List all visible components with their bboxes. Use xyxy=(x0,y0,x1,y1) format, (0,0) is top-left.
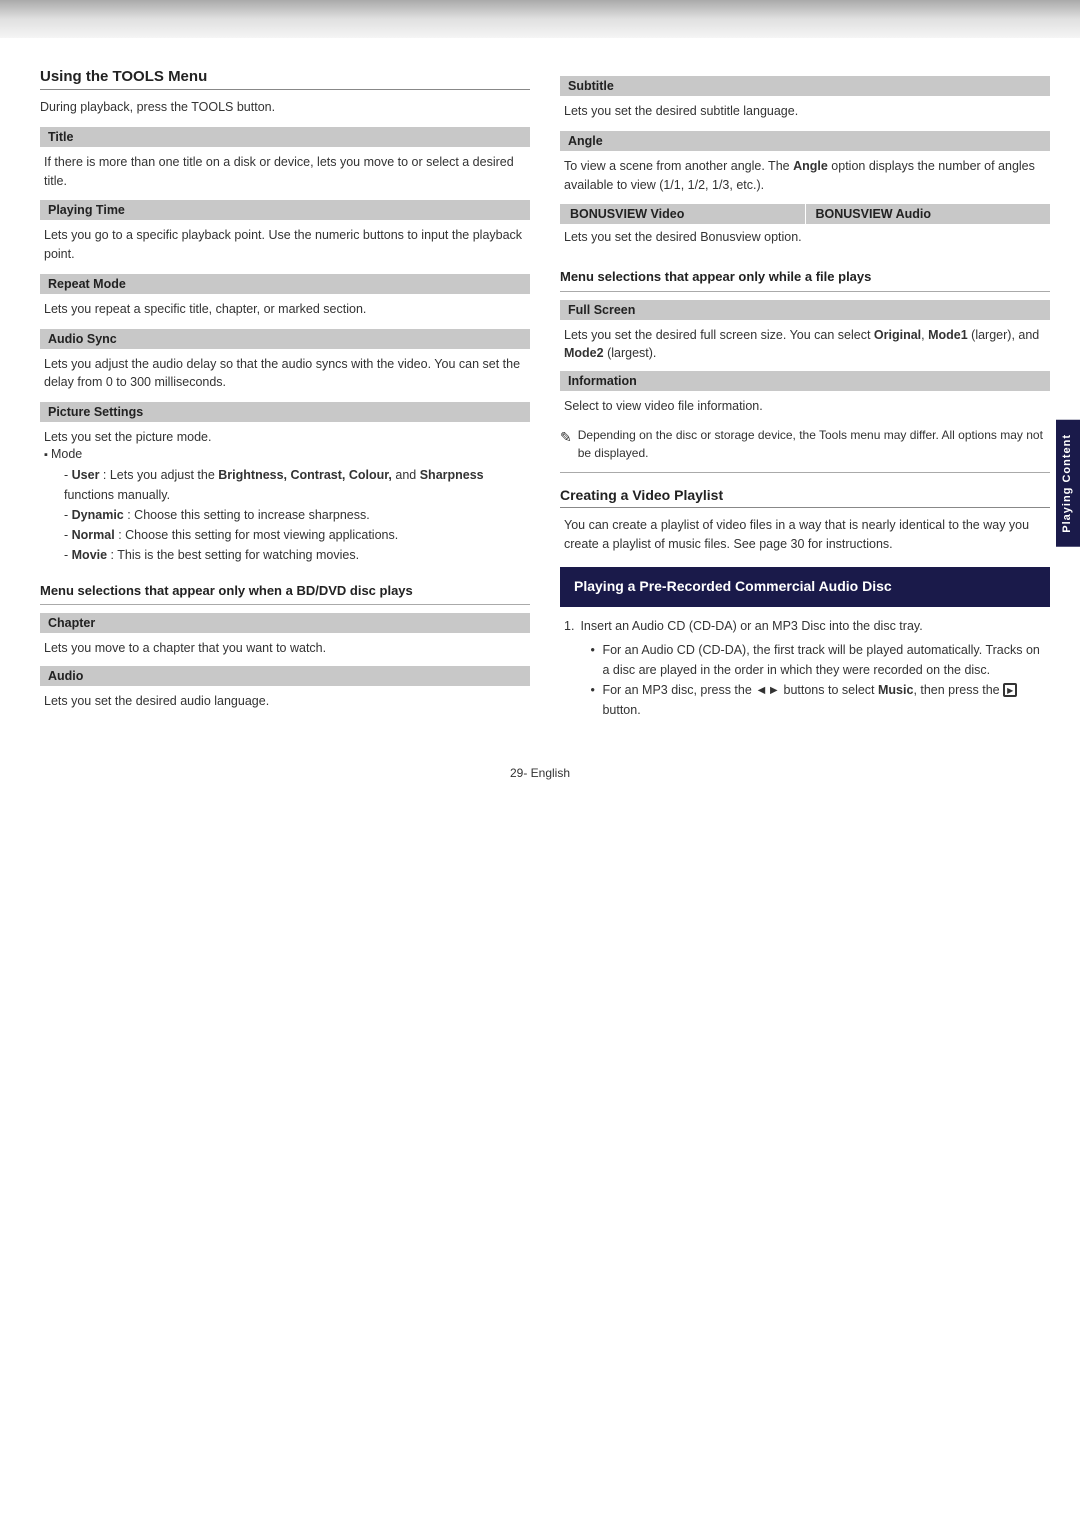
mode-user: User : Lets you adjust the Brightness, C… xyxy=(64,465,526,505)
picture-settings-bullets: Mode User : Lets you adjust the Brightne… xyxy=(40,447,530,565)
mode-sub-list: User : Lets you adjust the Brightness, C… xyxy=(44,465,526,565)
disc-icon xyxy=(1003,683,1017,697)
playing-time-block: Playing Time Lets you go to a specific p… xyxy=(40,200,530,264)
audio-sync-content: Lets you adjust the audio delay so that … xyxy=(40,355,530,393)
bullet-cdda: For an Audio CD (CD-DA), the first track… xyxy=(590,640,1050,680)
video-playlist-content: You can create a playlist of video files… xyxy=(560,516,1050,554)
step-1-content: Insert an Audio CD (CD-DA) or an MP3 Dis… xyxy=(580,617,1050,720)
chapter-label: Chapter xyxy=(40,613,530,633)
pre-recorded-box: Playing a Pre-Recorded Commercial Audio … xyxy=(560,567,1050,607)
bonusview-video-label: BONUSVIEW Video xyxy=(560,204,806,224)
title-content: If there is more than one title on a dis… xyxy=(40,153,530,191)
picture-settings-block: Picture Settings Lets you set the pictur… xyxy=(40,402,530,565)
pre-recorded-title: Playing a Pre-Recorded Commercial Audio … xyxy=(574,577,1036,597)
chapter-content: Lets you move to a chapter that you want… xyxy=(40,639,530,658)
angle-block: Angle To view a scene from another angle… xyxy=(560,131,1050,195)
repeat-mode-block: Repeat Mode Lets you repeat a specific t… xyxy=(40,274,530,319)
side-tab: Playing Content xyxy=(1056,420,1080,547)
section-title: Using the TOOLS Menu xyxy=(40,68,530,90)
menu-bddvd-block: Menu selections that appear only when a … xyxy=(40,581,530,711)
footer: 29- English xyxy=(0,746,1080,794)
left-column: Using the TOOLS Menu During playback, pr… xyxy=(40,68,530,726)
playing-time-label: Playing Time xyxy=(40,200,530,220)
step-1: 1. Insert an Audio CD (CD-DA) or an MP3 … xyxy=(564,617,1050,720)
top-bar xyxy=(0,0,1080,38)
repeat-mode-content: Lets you repeat a specific title, chapte… xyxy=(40,300,530,319)
step-1-text: Insert an Audio CD (CD-DA) or an MP3 Dis… xyxy=(580,619,922,633)
video-playlist-title: Creating a Video Playlist xyxy=(560,487,1050,508)
right-column: Subtitle Lets you set the desired subtit… xyxy=(560,68,1050,726)
note-icon: ✎ xyxy=(560,427,572,448)
subtitle-label: Subtitle xyxy=(560,76,1050,96)
information-label: Information xyxy=(560,371,1050,391)
information-content: Select to view video file information. xyxy=(560,397,1050,416)
playing-time-content: Lets you go to a specific playback point… xyxy=(40,226,530,264)
note-block: ✎ Depending on the disc or storage devic… xyxy=(560,426,1050,462)
menu-file-block: Menu selections that appear only while a… xyxy=(560,267,1050,416)
video-playlist-block: Creating a Video Playlist You can create… xyxy=(560,487,1050,554)
menu-file-heading: Menu selections that appear only while a… xyxy=(560,267,1050,292)
title-block: Title If there is more than one title on… xyxy=(40,127,530,191)
picture-settings-label: Picture Settings xyxy=(40,402,530,422)
bullet-mp3: For an MP3 disc, press the ◄► buttons to… xyxy=(590,680,1050,720)
audio-label: Audio xyxy=(40,666,530,686)
title-label: Title xyxy=(40,127,530,147)
fullscreen-content: Lets you set the desired full screen siz… xyxy=(560,326,1050,364)
angle-content: To view a scene from another angle. The … xyxy=(560,157,1050,195)
step-1-num: 1. xyxy=(564,617,574,720)
repeat-mode-label: Repeat Mode xyxy=(40,274,530,294)
fullscreen-label: Full Screen xyxy=(560,300,1050,320)
main-content: Using the TOOLS Menu During playback, pr… xyxy=(0,38,1080,726)
section-desc: During playback, press the TOOLS button. xyxy=(40,98,530,117)
page-num: 29 xyxy=(510,766,523,780)
audio-sync-label: Audio Sync xyxy=(40,329,530,349)
subtitle-block: Subtitle Lets you set the desired subtit… xyxy=(560,76,1050,121)
mode-normal: Normal : Choose this setting for most vi… xyxy=(64,525,526,545)
divider xyxy=(560,472,1050,473)
angle-label: Angle xyxy=(560,131,1050,151)
audio-sync-block: Audio Sync Lets you adjust the audio del… xyxy=(40,329,530,393)
subtitle-content: Lets you set the desired subtitle langua… xyxy=(560,102,1050,121)
bonusview-audio-label: BONUSVIEW Audio xyxy=(806,204,1051,224)
mode-movie: Movie : This is the best setting for wat… xyxy=(64,545,526,565)
pre-recorded-steps: 1. Insert an Audio CD (CD-DA) or an MP3 … xyxy=(560,617,1050,720)
step-1-bullets: For an Audio CD (CD-DA), the first track… xyxy=(580,640,1050,720)
bonusview-row: BONUSVIEW Video BONUSVIEW Audio xyxy=(560,204,1050,224)
menu-bddvd-heading: Menu selections that appear only when a … xyxy=(40,581,530,606)
audio-content: Lets you set the desired audio language. xyxy=(40,692,530,711)
bonusview-block: BONUSVIEW Video BONUSVIEW Audio Lets you… xyxy=(560,204,1050,251)
bonusview-content: Lets you set the desired Bonusview optio… xyxy=(560,224,1050,251)
note-text: Depending on the disc or storage device,… xyxy=(578,426,1050,462)
footer-text: - English xyxy=(523,766,570,780)
mode-dynamic: Dynamic : Choose this setting to increas… xyxy=(64,505,526,525)
mode-bullet-title: Mode xyxy=(44,447,526,461)
picture-settings-intro: Lets you set the picture mode. xyxy=(40,428,530,447)
